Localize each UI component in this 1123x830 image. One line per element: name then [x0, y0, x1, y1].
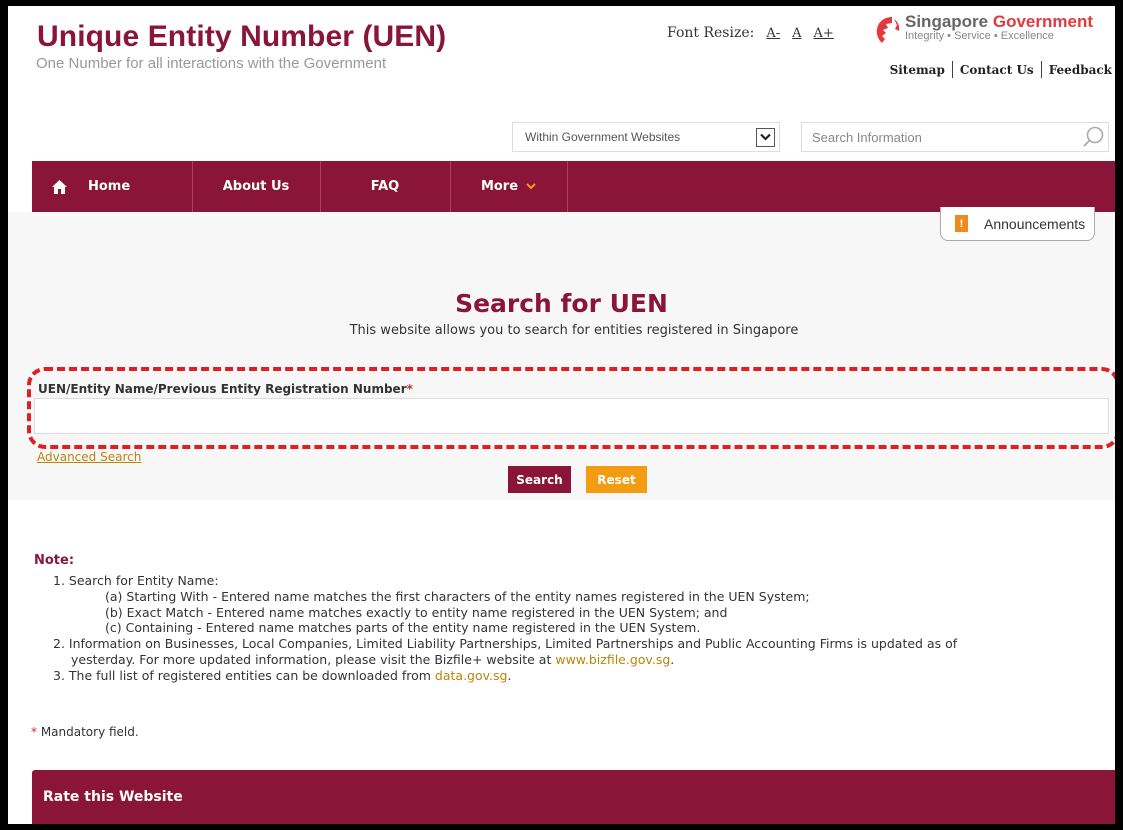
required-asterisk: *	[406, 382, 413, 396]
search-button[interactable]: Search	[508, 466, 571, 493]
search-scope-value: Within Government Websites	[525, 130, 681, 144]
font-normal-link[interactable]: A	[792, 26, 801, 41]
uen-field-label: UEN/Entity Name/Previous Entity Registra…	[38, 382, 413, 396]
note-text: yesterday. For more updated information,…	[71, 651, 556, 667]
font-resize-label: Font Resize:	[667, 25, 755, 41]
mandatory-text: Mandatory field.	[37, 725, 139, 739]
site-search-input[interactable]	[802, 129, 1080, 145]
nav-about-us[interactable]: About Us	[192, 161, 320, 212]
note-item: 2. Information on Businesses, Local Comp…	[53, 636, 958, 652]
nav-more[interactable]: More	[450, 161, 567, 212]
site-tagline: One Number for all interactions with the…	[36, 55, 387, 72]
feedback-link[interactable]: Feedback	[1042, 63, 1119, 77]
chevron-down-icon[interactable]	[756, 127, 775, 147]
nav-faq[interactable]: FAQ	[320, 161, 450, 212]
note-subitem: (b) Exact Match - Entered name matches e…	[105, 604, 728, 620]
uen-field-label-text: UEN/Entity Name/Previous Entity Registra…	[38, 382, 407, 396]
bizfile-link[interactable]: www.bizfile.gov.sg	[555, 652, 670, 667]
home-icon	[52, 179, 67, 194]
font-decrease-link[interactable]: A-	[766, 26, 780, 41]
uen-search-input[interactable]	[34, 398, 1109, 434]
note-text: .	[670, 651, 675, 667]
chevron-down-icon	[526, 183, 536, 190]
content-background	[8, 212, 1115, 500]
announcements-tab[interactable]: ! Announcements	[940, 207, 1095, 241]
nav-home[interactable]: Home	[32, 161, 192, 212]
note-item: 3. The full list of registered entities …	[45, 668, 957, 684]
site-search	[801, 122, 1109, 152]
rate-website-panel[interactable]: Rate this Website	[32, 770, 1121, 824]
font-resize: Font Resize: A- A A+	[667, 25, 834, 41]
notes-list: 1. Search for Entity Name: (a) Starting …	[45, 573, 957, 684]
main-nav: Home About Us FAQ More	[32, 161, 1121, 212]
note-title: Note:	[34, 553, 75, 568]
contact-us-link[interactable]: Contact Us	[953, 63, 1041, 77]
announcement-icon: !	[955, 215, 968, 232]
advanced-search-link[interactable]: Advanced Search	[37, 450, 141, 464]
font-increase-link[interactable]: A+	[814, 26, 834, 41]
data-gov-link[interactable]: data.gov.sg	[435, 668, 508, 683]
nav-more-label: More	[480, 179, 519, 194]
gov-brand-singapore: Singapore	[905, 12, 989, 31]
page-title: Search for UEN	[455, 289, 668, 318]
utility-links: Sitemap Contact Us Feedback	[883, 61, 1119, 78]
note-item-continued: yesterday. For more updated information,…	[45, 652, 957, 668]
reset-button[interactable]: Reset	[586, 466, 647, 493]
note-subitem: (c) Containing - Entered name matches pa…	[105, 620, 701, 636]
note-text: .	[507, 667, 512, 683]
nav-home-label: Home	[88, 179, 131, 194]
sitemap-link[interactable]: Sitemap	[883, 63, 952, 77]
mandatory-note: * Mandatory field.	[31, 725, 139, 739]
gov-brand[interactable]: Singapore Government Integrity • Service…	[905, 12, 1093, 42]
announcements-label: Announcements	[984, 215, 1086, 232]
search-icon[interactable]	[1080, 124, 1106, 150]
page-subtitle: This website allows you to search for en…	[349, 323, 799, 338]
note-text: 3. The full list of registered entities …	[53, 667, 435, 683]
site-title[interactable]: Unique Entity Number (UEN)	[37, 20, 446, 54]
lion-head-icon	[876, 17, 900, 43]
note-item: 1. Search for Entity Name:	[53, 573, 219, 588]
rate-website-title: Rate this Website	[43, 789, 183, 805]
gov-brand-government: Government	[992, 12, 1093, 31]
search-scope-select[interactable]: Within Government Websites	[512, 122, 780, 152]
note-subitem: (a) Starting With - Entered name matches…	[105, 588, 810, 604]
nav-divider	[567, 161, 568, 212]
